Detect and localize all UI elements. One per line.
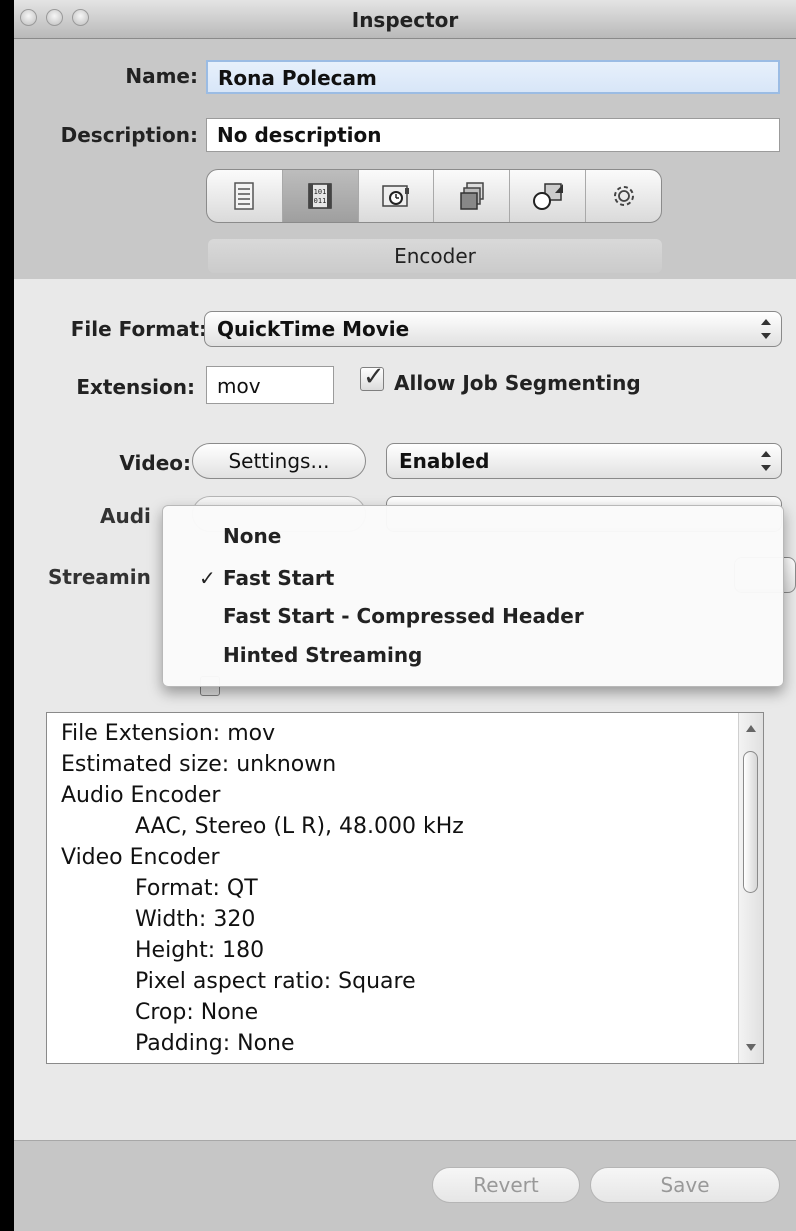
info-line: AAC, Stereo (L R), 48.000 kHz (135, 814, 464, 839)
title-bar: Inspector (14, 0, 796, 39)
info-line: Pixel aspect ratio: Square (135, 969, 416, 994)
info-line: Crop: None (135, 1000, 259, 1025)
name-field[interactable]: Rona Polecam (206, 60, 780, 94)
info-line: Format: QT (135, 876, 258, 901)
filters-tab[interactable] (434, 170, 511, 222)
encoder-icon: 101 011 (308, 183, 332, 209)
menu-item-fast-start-compressed[interactable]: Fast Start - Compressed Header (223, 604, 584, 628)
menu-item-none[interactable]: None (223, 524, 281, 548)
scroll-down-arrow-icon[interactable] (746, 1044, 756, 1051)
header-panel: Name: Rona Polecam Description: No descr… (14, 39, 796, 279)
checkmark-icon: ✓ (363, 362, 385, 392)
video-status-value: Enabled (399, 449, 490, 473)
allow-segmenting-checkbox[interactable]: ✓ (360, 362, 385, 392)
menu-item-fast-start[interactable]: Fast Start (223, 566, 334, 590)
extension-field[interactable]: mov (206, 366, 334, 404)
geometry-icon (532, 183, 563, 210)
inspector-window: Inspector Name: Rona Polecam Description… (14, 0, 796, 1231)
menu-item-hinted-streaming[interactable]: Hinted Streaming (223, 643, 422, 667)
popup-arrows-icon (759, 318, 771, 340)
info-line: Padding: None (135, 1031, 295, 1056)
description-field[interactable]: No description (206, 118, 780, 152)
frame-controls-tab[interactable] (359, 170, 435, 222)
info-line: Audio Encoder (61, 783, 221, 808)
allow-segmenting-label: Allow Job Segmenting (394, 371, 641, 395)
scroll-thumb[interactable] (743, 751, 758, 893)
window-title: Inspector (351, 8, 459, 32)
video-status-popup[interactable]: Enabled (386, 443, 782, 479)
popup-arrows-icon (759, 450, 771, 472)
video-label: Video: (119, 451, 191, 475)
actions-icon (613, 186, 634, 206)
geometry-tab[interactable] (510, 170, 587, 222)
selected-checkmark-icon: ✓ (199, 566, 216, 590)
filters-icon (460, 182, 484, 210)
active-tab-label: Encoder (208, 239, 662, 273)
svg-text:011: 011 (314, 197, 327, 205)
frame-controls-icon (382, 185, 410, 207)
scroll-up-arrow-icon[interactable] (746, 725, 756, 732)
info-line: Video Encoder (61, 845, 220, 870)
info-line: File Extension: mov (61, 721, 276, 746)
info-line: Estimated size: unknown (61, 752, 337, 777)
save-button[interactable]: Save (590, 1167, 780, 1203)
vertical-scrollbar[interactable] (738, 713, 763, 1063)
file-format-label: File Format: (70, 317, 207, 341)
streaming-label: Streamin (48, 565, 151, 589)
summary-text-area[interactable]: File Extension: mov Estimated size: unkno… (46, 712, 764, 1064)
encoder-tab[interactable]: 101 011 (282, 170, 359, 222)
inspector-tab-bar: 101 011 (206, 169, 662, 223)
file-format-value: QuickTime Movie (217, 317, 410, 341)
svg-text:101: 101 (314, 188, 327, 196)
description-label: Description: (60, 123, 198, 147)
summary-icon (234, 182, 255, 210)
summary-tab[interactable] (207, 170, 283, 222)
info-line: Height: 180 (135, 938, 265, 963)
revert-button[interactable]: Revert (432, 1167, 580, 1203)
streaming-dropdown-menu: ✓ None Fast Start Fast Start - Compresse… (162, 505, 784, 687)
video-settings-button[interactable]: Settings... (192, 443, 366, 479)
info-line: Width: 320 (135, 907, 256, 932)
file-format-popup[interactable]: QuickTime Movie (204, 311, 782, 347)
bottom-bar: Revert Save (14, 1140, 796, 1231)
audio-label: Audi (100, 504, 151, 528)
extension-label: Extension: (76, 375, 195, 399)
actions-tab[interactable] (586, 170, 661, 222)
name-label: Name: (125, 64, 198, 88)
